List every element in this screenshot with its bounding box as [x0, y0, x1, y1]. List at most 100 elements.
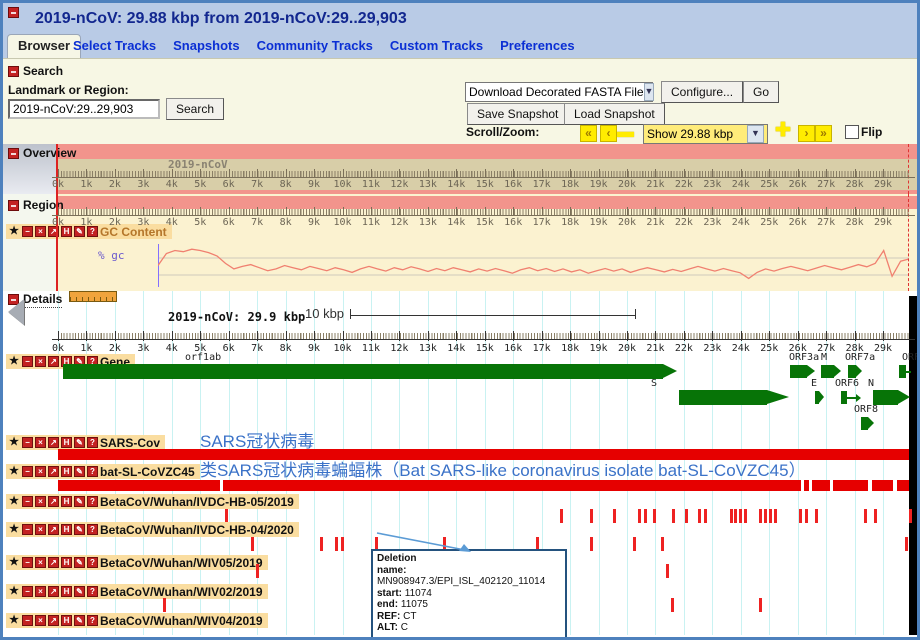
- close-icon[interactable]: ×: [35, 557, 46, 568]
- zoom-level-select[interactable]: Show 29.88 kbp ▼: [643, 124, 768, 144]
- variant-tick[interactable]: [774, 509, 777, 523]
- variant-tick[interactable]: [653, 509, 656, 523]
- favorite-star-icon[interactable]: ★: [8, 226, 20, 237]
- alignment-bar[interactable]: [58, 480, 220, 491]
- help-icon[interactable]: ?: [87, 437, 98, 448]
- pan-left-arrow[interactable]: [8, 299, 24, 325]
- variant-tick[interactable]: [335, 537, 338, 551]
- track-pill-bat-sl-covzc45[interactable]: ★−×↗H✎?bat-SL-CoVZC45: [6, 464, 200, 479]
- close-icon[interactable]: ×: [35, 356, 46, 367]
- go-button[interactable]: Go: [743, 81, 779, 103]
- edit-icon[interactable]: ✎: [74, 615, 85, 626]
- alignment-bar[interactable]: [223, 480, 801, 491]
- gene-orf7a[interactable]: [848, 365, 856, 378]
- gene-m[interactable]: [821, 365, 834, 378]
- variant-tick[interactable]: [320, 537, 323, 551]
- scroll-right-button[interactable]: ›: [798, 125, 815, 142]
- edit-icon[interactable]: ✎: [74, 496, 85, 507]
- track-pill-betacov-wuhan-wiv02-2019[interactable]: ★−×↗H✎?BetaCoV/Wuhan/WIV02/2019: [6, 584, 268, 599]
- help-icon[interactable]: ?: [87, 496, 98, 507]
- flip-checkbox[interactable]: [845, 125, 859, 139]
- variant-tick[interactable]: [671, 598, 674, 612]
- favorite-star-icon[interactable]: ★: [8, 557, 20, 568]
- search-collapse-icon[interactable]: [8, 66, 19, 77]
- track-pill-betacov-wuhan-ivdc-hb-04-2020[interactable]: ★−×↗H✎?BetaCoV/Wuhan/IVDC-HB-04/2020: [6, 522, 299, 537]
- ruler-widget-button[interactable]: [69, 291, 117, 302]
- edit-icon[interactable]: ✎: [74, 557, 85, 568]
- highlight-icon[interactable]: H: [61, 557, 72, 568]
- landmark-input[interactable]: [8, 99, 160, 119]
- edit-icon[interactable]: ✎: [74, 586, 85, 597]
- variant-tick[interactable]: [764, 509, 767, 523]
- variant-tick[interactable]: [685, 509, 688, 523]
- collapse-icon[interactable]: −: [22, 437, 33, 448]
- highlight-icon[interactable]: H: [61, 496, 72, 507]
- variant-tick[interactable]: [638, 509, 641, 523]
- help-icon[interactable]: ?: [87, 586, 98, 597]
- variant-tick[interactable]: [759, 509, 762, 523]
- variant-tick[interactable]: [734, 509, 737, 523]
- help-icon[interactable]: ?: [87, 615, 98, 626]
- overview-collapse-icon[interactable]: [8, 148, 19, 159]
- variant-tick[interactable]: [815, 509, 818, 523]
- variant-tick[interactable]: [251, 537, 254, 551]
- variant-tick[interactable]: [341, 537, 344, 551]
- save-snapshot-button[interactable]: Save Snapshot: [467, 103, 568, 125]
- share-icon[interactable]: ↗: [48, 496, 59, 507]
- variant-tick[interactable]: [905, 537, 908, 551]
- variant-tick[interactable]: [704, 509, 707, 523]
- variant-tick[interactable]: [909, 509, 912, 523]
- variant-tick[interactable]: [739, 509, 742, 523]
- favorite-star-icon[interactable]: ★: [8, 586, 20, 597]
- edit-icon[interactable]: ✎: [74, 524, 85, 535]
- gene-orf8[interactable]: [861, 417, 868, 430]
- collapse-icon[interactable]: −: [22, 356, 33, 367]
- edit-icon[interactable]: ✎: [74, 466, 85, 477]
- favorite-star-icon[interactable]: ★: [8, 356, 20, 367]
- highlight-icon[interactable]: H: [61, 615, 72, 626]
- track-pill-betacov-wuhan-wiv05-2019[interactable]: ★−×↗H✎?BetaCoV/Wuhan/WIV05/2019: [6, 555, 268, 570]
- configure-button[interactable]: Configure...: [661, 81, 743, 103]
- help-icon[interactable]: ?: [87, 557, 98, 568]
- alignment-bar[interactable]: [872, 480, 893, 491]
- gene-n[interactable]: [873, 390, 898, 405]
- collapse-icon[interactable]: −: [22, 615, 33, 626]
- variant-tick[interactable]: [744, 509, 747, 523]
- gene-orf3a[interactable]: [790, 365, 807, 378]
- alignment-bar[interactable]: [812, 480, 830, 491]
- gene-s[interactable]: [679, 390, 767, 405]
- variant-tick[interactable]: [590, 537, 593, 551]
- tab-snapshots[interactable]: Snapshots: [173, 38, 239, 53]
- tab-select-tracks[interactable]: Select Tracks: [73, 38, 156, 53]
- collapse-icon[interactable]: −: [22, 586, 33, 597]
- share-icon[interactable]: ↗: [48, 524, 59, 535]
- variant-tick[interactable]: [864, 509, 867, 523]
- variant-tick[interactable]: [590, 509, 593, 523]
- alignment-bar[interactable]: [833, 480, 868, 491]
- variant-tick[interactable]: [698, 509, 701, 523]
- load-snapshot-button[interactable]: Load Snapshot: [564, 103, 665, 125]
- region-collapse-icon[interactable]: [8, 200, 19, 211]
- zoom-in-button[interactable]: ✚: [775, 124, 791, 138]
- favorite-star-icon[interactable]: ★: [8, 496, 20, 507]
- favorite-star-icon[interactable]: ★: [8, 437, 20, 448]
- highlight-icon[interactable]: H: [61, 437, 72, 448]
- tab-preferences[interactable]: Preferences: [500, 38, 574, 53]
- variant-tick[interactable]: [730, 509, 733, 523]
- share-icon[interactable]: ↗: [48, 466, 59, 477]
- close-icon[interactable]: ×: [35, 496, 46, 507]
- collapse-icon[interactable]: −: [22, 496, 33, 507]
- highlight-icon[interactable]: H: [61, 466, 72, 477]
- alignment-bar[interactable]: [804, 480, 809, 491]
- favorite-star-icon[interactable]: ★: [8, 466, 20, 477]
- help-icon[interactable]: ?: [87, 466, 98, 477]
- share-icon[interactable]: ↗: [48, 586, 59, 597]
- collapse-all-icon[interactable]: [8, 7, 19, 18]
- edit-icon[interactable]: ✎: [74, 437, 85, 448]
- close-icon[interactable]: ×: [35, 226, 46, 237]
- variant-tick[interactable]: [759, 598, 762, 612]
- alignment-bar[interactable]: [897, 480, 909, 491]
- share-icon[interactable]: ↗: [48, 615, 59, 626]
- variant-tick[interactable]: [666, 564, 669, 578]
- close-icon[interactable]: ×: [35, 586, 46, 597]
